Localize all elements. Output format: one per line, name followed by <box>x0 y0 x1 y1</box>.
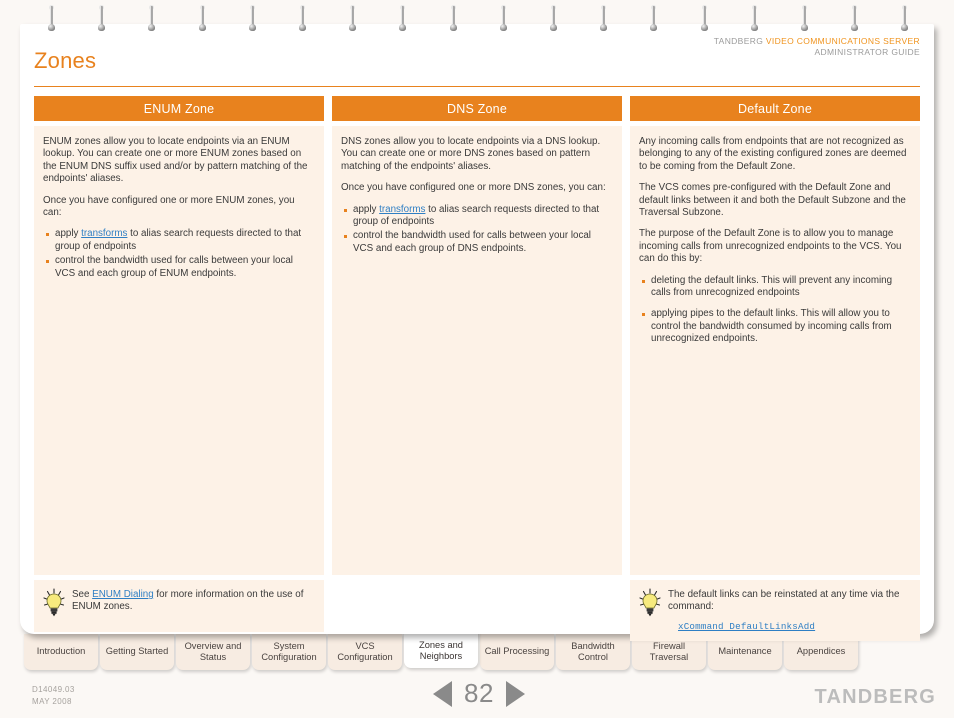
lightbulb-icon <box>43 588 65 617</box>
column-heading: ENUM Zone <box>34 96 324 121</box>
inline-link[interactable]: transforms <box>81 228 127 239</box>
lightbulb-icon <box>639 588 661 622</box>
binding-ring <box>801 5 808 32</box>
binding-ring <box>148 5 156 32</box>
guide-brand: TANDBERG <box>713 36 766 46</box>
binding-ring <box>650 5 658 32</box>
lightbulb-icon <box>639 588 661 617</box>
column-body: DNS zones allow you to locate endpoints … <box>332 126 622 575</box>
left-triangle-icon[interactable] <box>433 680 453 707</box>
bullet-item: apply transforms to alias search request… <box>43 228 315 253</box>
binding-ring <box>299 5 306 32</box>
column-heading: Default Zone <box>630 96 920 121</box>
paragraph: Any incoming calls from endpoints that a… <box>639 136 907 172</box>
lightbulb-icon <box>43 588 65 622</box>
binding-ring <box>499 5 507 32</box>
bullet-text-pre: apply <box>55 228 82 240</box>
binding-ring <box>449 5 457 32</box>
tip-text-pre: The default links can be reinstated at a… <box>668 589 900 613</box>
zone-column: Default Zone Any incoming calls from endp… <box>630 96 920 642</box>
bullet-item: applying pipes to the default links. Thi… <box>639 308 911 345</box>
column-body: Any incoming calls from endpoints that a… <box>630 126 920 575</box>
paragraph: Once you have configured one or more DNS… <box>341 182 606 194</box>
tip-box: See ENUM Dialing for more information on… <box>34 580 324 632</box>
bullet-text-pre: control the bandwidth used for calls bet… <box>353 230 591 254</box>
zone-column: ENUM Zone ENUM zones allow you to locate … <box>34 96 324 641</box>
tip-box-empty <box>332 580 622 632</box>
tip-link[interactable]: ENUM Dialing <box>92 589 154 600</box>
binding-ring <box>901 5 909 32</box>
bullet-item: deleting the default links. This will pr… <box>639 275 911 300</box>
binding-ring <box>399 5 407 32</box>
bullet-text-pre: applying pipes to the default links. Thi… <box>651 308 892 345</box>
paragraph: ENUM zones allow you to locate endpoints… <box>43 136 308 185</box>
paragraph: The purpose of the Default Zone is to al… <box>639 228 902 265</box>
tip-text: The default links can be reinstated at a… <box>668 588 911 633</box>
tip-box: The default links can be reinstated at a… <box>630 580 920 642</box>
binding-ring <box>750 5 758 32</box>
doc-number: D14049.03 <box>32 685 75 694</box>
header-rule <box>34 86 920 87</box>
tip-text-pre: See <box>72 589 93 600</box>
doc-date: MAY 2008 <box>32 697 72 706</box>
bullet-item: control the bandwidth used for calls bet… <box>341 230 613 255</box>
binding-ring <box>600 5 608 32</box>
zone-columns: ENUM Zone ENUM zones allow you to locate … <box>34 96 920 642</box>
page-sheet: Zones TANDBERG VIDEO COMMUNICATIONS SERV… <box>20 24 934 642</box>
bullet-list: apply transforms to alias search request… <box>43 228 315 280</box>
guide-subtitle: ADMINISTRATOR GUIDE <box>814 47 920 57</box>
right-triangle-icon[interactable] <box>505 680 525 707</box>
column-heading: DNS Zone <box>332 96 622 121</box>
binding-ring <box>349 5 357 32</box>
page-header: Zones TANDBERG VIDEO COMMUNICATIONS SERV… <box>20 24 934 94</box>
bullet-text-pre: apply <box>353 203 380 215</box>
paragraph: Once you have configured one or more ENU… <box>43 194 295 219</box>
bullet-text-pre: deleting the default links. This will pr… <box>651 274 893 299</box>
paragraph: The VCS comes pre-configured with the De… <box>639 182 906 219</box>
binding-ring <box>198 5 206 32</box>
guide-label: TANDBERG VIDEO COMMUNICATIONS SERVER ADM… <box>714 36 920 58</box>
bullet-list: deleting the default links. This will pr… <box>639 275 911 346</box>
binding-ring <box>248 5 256 32</box>
tip-text: See ENUM Dialing for more information on… <box>72 588 315 624</box>
bullet-item: apply transforms to alias search request… <box>341 204 613 229</box>
page-title: Zones <box>34 48 97 73</box>
tip-command-link[interactable]: xCommand DefaultLinksAdd <box>678 621 911 633</box>
document-identifier: D14049.03 MAY 2008 <box>32 684 75 708</box>
binding-ring <box>550 5 557 32</box>
bullet-text-pre: control the bandwidth used for calls bet… <box>55 255 293 279</box>
tandberg-logo: TANDBERG <box>814 686 936 708</box>
paragraph: DNS zones allow you to locate endpoints … <box>341 136 601 172</box>
page-navigation: 82 <box>404 678 554 709</box>
column-body: ENUM zones allow you to locate endpoints… <box>34 126 324 575</box>
spiral-binding <box>0 0 954 34</box>
bullet-item: control the bandwidth used for calls bet… <box>43 255 315 280</box>
binding-ring <box>98 5 106 32</box>
guide-product: VIDEO COMMUNICATIONS SERVER <box>765 36 920 46</box>
page-footer: D14049.03 MAY 2008 82 TANDBERG <box>0 676 954 718</box>
page-number: 82 <box>464 678 494 708</box>
binding-ring <box>700 5 708 32</box>
binding-ring <box>48 5 55 32</box>
zone-column: DNS Zone DNS zones allow you to locate en… <box>332 96 622 641</box>
binding-ring <box>851 5 859 32</box>
inline-link[interactable]: transforms <box>379 204 425 215</box>
bullet-list: apply transforms to alias search request… <box>341 204 613 256</box>
